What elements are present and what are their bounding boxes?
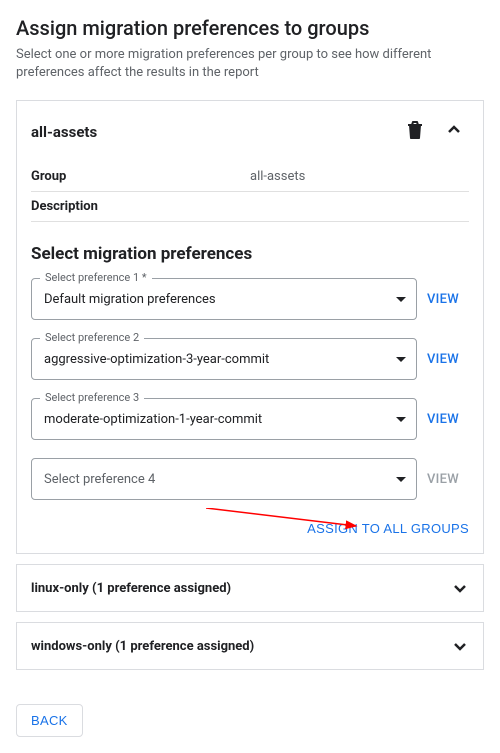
select-label: Select preference 2 [40,331,144,344]
select-placeholder: Select preference 4 [44,472,155,487]
panel-body: Group all-assets Description Select migr… [17,162,483,553]
select-label: Select preference 1 * [40,271,152,284]
page-subtitle: Select one or more migration preferences… [16,46,484,82]
trash-icon [407,121,423,142]
chevron-down-icon [451,579,469,597]
chevron-down-icon [451,637,469,655]
preference-row: Select preference 4 VIEW [31,458,469,500]
preference-select-3[interactable]: Select preference 3 moderate-optimizatio… [31,398,417,440]
select-value: aggressive-optimization-3-year-commit [44,352,269,367]
assign-to-all-groups-button[interactable]: ASSIGN TO ALL GROUPS [307,521,469,536]
group-panel-all-assets: all-assets Group all-assets Description … [16,100,484,554]
view-button[interactable]: VIEW [417,352,469,367]
caret-down-icon [396,297,406,302]
detail-row-group: Group all-assets [31,162,469,192]
caret-down-icon [396,417,406,422]
preference-row: Select preference 1 * Default migration … [31,278,469,320]
view-button[interactable]: VIEW [417,292,469,307]
view-button[interactable]: VIEW [417,412,469,427]
delete-button[interactable] [401,115,429,148]
preference-row: Select preference 2 aggressive-optimizat… [31,338,469,380]
detail-row-description: Description [31,192,469,222]
back-button[interactable]: BACK [16,704,83,737]
preference-select-1[interactable]: Select preference 1 * Default migration … [31,278,417,320]
select-value: moderate-optimization-1-year-commit [44,412,262,427]
group-panel-linux-only[interactable]: linux-only (1 preference assigned) [16,564,484,612]
preference-select-2[interactable]: Select preference 2 aggressive-optimizat… [31,338,417,380]
panel-title: windows-only (1 preference assigned) [31,639,254,654]
collapse-button[interactable] [439,115,469,148]
group-panel-windows-only[interactable]: windows-only (1 preference assigned) [16,622,484,670]
chevron-up-icon [445,121,463,142]
preference-select-4[interactable]: Select preference 4 [31,458,417,500]
section-title: Select migration preferences [31,244,469,264]
detail-label: Description [31,199,250,214]
page-title: Assign migration preferences to groups [16,16,484,40]
caret-down-icon [396,357,406,362]
view-button-disabled: VIEW [417,472,469,487]
select-value: Default migration preferences [44,292,216,307]
detail-label: Group [31,169,250,184]
panel-header[interactable]: all-assets [17,101,483,162]
select-label: Select preference 3 [40,391,144,404]
detail-value: all-assets [250,169,305,184]
panel-title: linux-only (1 preference assigned) [31,581,231,596]
preference-row: Select preference 3 moderate-optimizatio… [31,398,469,440]
panel-title: all-assets [31,123,97,141]
caret-down-icon [396,477,406,482]
